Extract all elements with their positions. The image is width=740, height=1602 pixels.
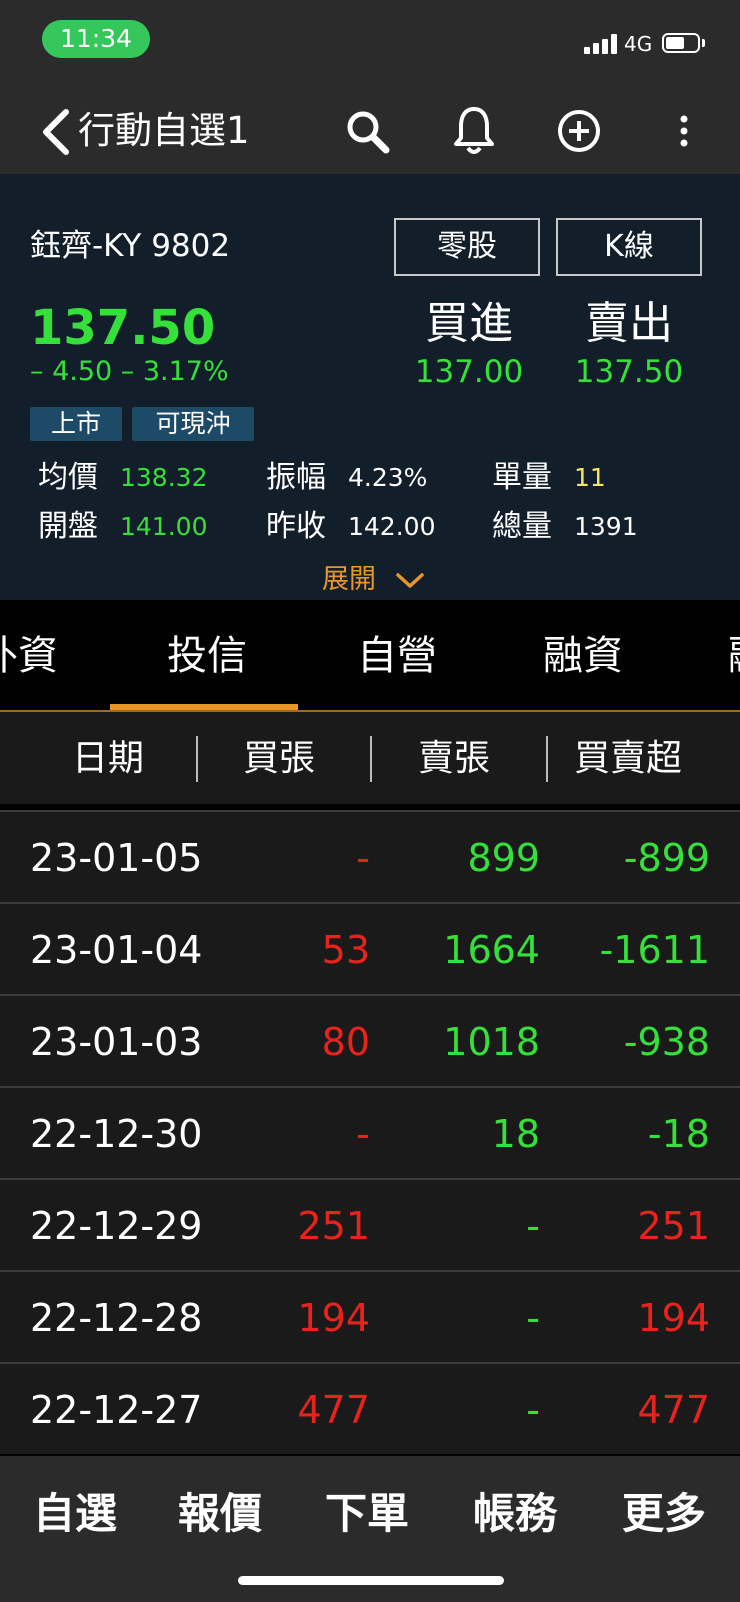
tab-investment-trust[interactable]: 投信	[167, 628, 247, 684]
cell-buy: -	[356, 836, 370, 880]
bottom-tab-more[interactable]: 更多	[622, 1486, 706, 1542]
header-net[interactable]: 買賣超	[574, 734, 682, 784]
expand-button[interactable]: 展開	[322, 562, 425, 598]
stat-value-avg: 138.32	[120, 463, 208, 492]
stat-value-total-volume: 1391	[574, 512, 638, 541]
cell-sell: -	[526, 1388, 540, 1432]
last-price: 137.50	[30, 300, 216, 356]
page-title[interactable]: 行動自選1	[78, 106, 250, 156]
stat-label-avg: 均價	[38, 460, 98, 495]
cell-net: -18	[647, 1112, 710, 1156]
header-buy[interactable]: 買張	[243, 734, 315, 784]
tab-foreign[interactable]: 外資	[0, 628, 58, 684]
header-separator	[370, 736, 372, 782]
cell-buy: 477	[297, 1388, 370, 1432]
stat-value-amplitude: 4.23%	[348, 463, 428, 492]
bottom-tab-order[interactable]: 下單	[325, 1486, 409, 1542]
home-indicator	[238, 1576, 504, 1585]
cell-buy: -	[356, 1112, 370, 1156]
cell-net: 194	[637, 1296, 710, 1340]
bottom-tab-account[interactable]: 帳務	[473, 1486, 557, 1542]
cell-net: -938	[623, 1020, 710, 1064]
cell-net: 477	[637, 1388, 710, 1432]
header-separator	[196, 736, 198, 782]
table-row[interactable]: 22-12-30 - 18 -18	[0, 1086, 740, 1178]
cell-date: 23-01-05	[30, 836, 203, 880]
table-row[interactable]: 23-01-05 - 899 -899	[0, 810, 740, 902]
chevron-down-icon	[395, 572, 424, 588]
cell-net: -899	[623, 836, 710, 880]
day-trade-tag: 可現沖	[132, 407, 254, 441]
cell-net: -1611	[599, 928, 710, 972]
stat-label-prev-close: 昨收	[266, 509, 326, 544]
sell-label: 賣出	[585, 298, 673, 349]
ask-price: 137.50	[574, 354, 684, 390]
table-row[interactable]: 22-12-28 194 - 194	[0, 1270, 740, 1362]
table-row[interactable]: 22-12-29 251 - 251	[0, 1178, 740, 1270]
tab-next-partial[interactable]: 融	[728, 628, 740, 684]
bottom-tab-watchlist[interactable]: 自選	[33, 1486, 117, 1542]
battery-icon	[662, 33, 700, 53]
listed-tag: 上市	[30, 407, 122, 441]
buy-label: 買進	[425, 298, 513, 349]
more-icon[interactable]	[678, 114, 690, 148]
odd-lot-button[interactable]: 零股	[394, 218, 540, 276]
back-icon[interactable]	[38, 108, 72, 156]
tab-margin[interactable]: 融資	[543, 628, 623, 684]
stat-label-tick-volume: 單量	[492, 460, 552, 495]
bottom-tab-quotes[interactable]: 報價	[178, 1486, 262, 1542]
cell-date: 22-12-27	[30, 1388, 203, 1432]
cell-buy: 80	[321, 1020, 370, 1064]
cell-sell: 1018	[443, 1020, 540, 1064]
table-row[interactable]: 23-01-03 80 1018 -938	[0, 994, 740, 1086]
bell-icon[interactable]	[452, 104, 496, 156]
cell-sell: 1664	[443, 928, 540, 972]
cell-date: 23-01-04	[30, 928, 203, 972]
cell-date: 22-12-29	[30, 1204, 203, 1248]
stat-value-tick-volume: 11	[574, 463, 606, 492]
signal-icon	[584, 34, 618, 54]
cell-sell: 18	[491, 1112, 540, 1156]
table-row[interactable]: 22-12-27 477 - 477	[0, 1362, 740, 1454]
cell-sell: -	[526, 1296, 540, 1340]
stat-value-open: 141.00	[120, 512, 208, 541]
cell-buy: 251	[297, 1204, 370, 1248]
stat-label-open: 開盤	[38, 509, 98, 544]
stat-label-amplitude: 振幅	[266, 460, 326, 495]
cell-date: 22-12-28	[30, 1296, 203, 1340]
header-date[interactable]: 日期	[72, 734, 144, 784]
expand-label: 展開	[322, 564, 376, 595]
cell-net: 251	[637, 1204, 710, 1248]
cell-buy: 194	[297, 1296, 370, 1340]
kline-button[interactable]: K線	[556, 218, 702, 276]
price-change: – 4.50 – 3.17%	[30, 356, 229, 387]
status-time: 11:34	[42, 20, 150, 58]
header-sell[interactable]: 賣張	[418, 734, 490, 784]
cell-sell: -	[526, 1204, 540, 1248]
cell-sell: 899	[467, 836, 540, 880]
bid-price: 137.00	[414, 354, 524, 390]
tab-dealer[interactable]: 自營	[357, 628, 437, 684]
cell-buy: 53	[321, 928, 370, 972]
add-icon[interactable]	[556, 108, 602, 154]
stat-label-total-volume: 總量	[492, 509, 552, 544]
stat-value-prev-close: 142.00	[348, 512, 436, 541]
network-label: 4G	[624, 32, 653, 56]
cell-date: 23-01-03	[30, 1020, 203, 1064]
cell-date: 22-12-30	[30, 1112, 203, 1156]
table-row[interactable]: 23-01-04 53 1664 -1611	[0, 902, 740, 994]
battery-tip	[702, 39, 705, 47]
search-icon[interactable]	[344, 108, 392, 156]
header-separator	[546, 736, 548, 782]
stock-name: 鈺齊-KY 9802	[30, 228, 231, 264]
